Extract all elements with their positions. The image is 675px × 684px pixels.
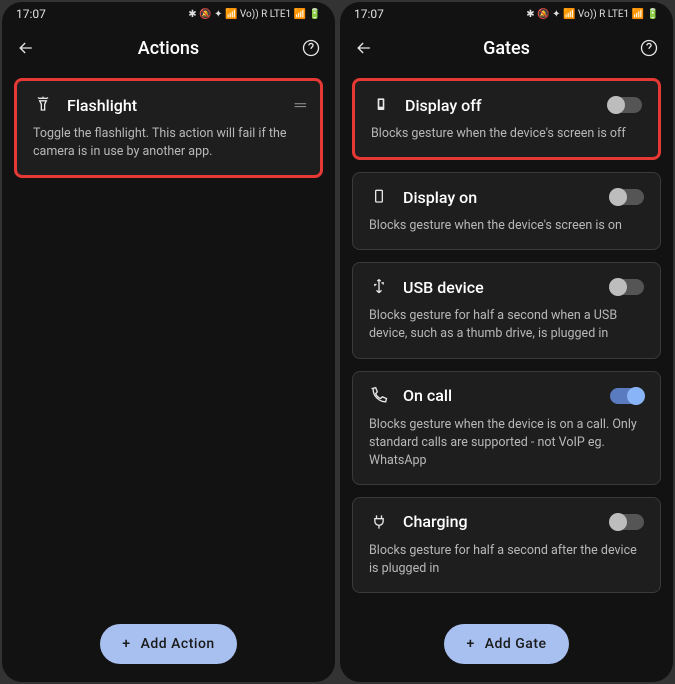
plus-icon: + xyxy=(466,636,474,652)
page-title: Actions xyxy=(138,38,199,59)
card-on-call[interactable]: On call Blocks gesture when the device is… xyxy=(352,371,661,485)
display-off-icon xyxy=(371,95,391,115)
back-icon[interactable] xyxy=(16,38,36,58)
card-flashlight[interactable]: Flashlight ═ Toggle the flashlight. This… xyxy=(14,78,323,178)
fab-label: Add Action xyxy=(141,636,215,652)
card-title: Display on xyxy=(403,188,596,207)
toggle[interactable] xyxy=(610,388,644,404)
card-desc: Toggle the flashlight. This action will … xyxy=(33,125,304,161)
help-icon[interactable] xyxy=(301,38,321,58)
card-display-on[interactable]: Display on Blocks gesture when the device… xyxy=(352,172,661,250)
card-desc: Blocks gesture when the device's screen … xyxy=(369,217,644,235)
card-desc: Blocks gesture for half a second after t… xyxy=(369,542,644,578)
toggle[interactable] xyxy=(610,279,644,295)
card-title: On call xyxy=(403,386,596,405)
card-desc: Blocks gesture for half a second when a … xyxy=(369,307,644,343)
status-indicators: ✱ 🔕 ✦ 📶 Vo)) R LTE1 📶 🔋 xyxy=(526,9,659,20)
status-bar: 17:07 ✱ 🔕 ✦ 📶 Vo)) R LTE1 📶 🔋 xyxy=(2,2,335,26)
card-desc: Blocks gesture when the device's screen … xyxy=(371,125,642,143)
header: Gates xyxy=(340,26,673,70)
card-title: Flashlight xyxy=(67,96,281,115)
page-title: Gates xyxy=(483,38,530,59)
card-title: USB device xyxy=(403,278,596,297)
content: Display off Blocks gesture when the devic… xyxy=(340,70,673,682)
status-time: 17:07 xyxy=(354,7,384,21)
help-icon[interactable] xyxy=(639,38,659,58)
header: Actions xyxy=(2,26,335,70)
card-display-off[interactable]: Display off Blocks gesture when the devic… xyxy=(352,78,661,160)
fab-label: Add Gate xyxy=(485,636,547,652)
toggle[interactable] xyxy=(610,189,644,205)
card-desc: Blocks gesture when the device is on a c… xyxy=(369,416,644,470)
status-bar: 17:07 ✱ 🔕 ✦ 📶 Vo)) R LTE1 📶 🔋 xyxy=(340,2,673,26)
phone-gates: 17:07 ✱ 🔕 ✦ 📶 Vo)) R LTE1 📶 🔋 Gates Disp… xyxy=(340,2,673,682)
display-on-icon xyxy=(369,187,389,207)
card-title: Display off xyxy=(405,96,594,115)
card-charging[interactable]: Charging Blocks gesture for half a second… xyxy=(352,497,661,593)
card-usb-device[interactable]: USB device Blocks gesture for half a seco… xyxy=(352,262,661,358)
toggle[interactable] xyxy=(610,514,644,530)
phone-actions: 17:07 ✱ 🔕 ✦ 📶 Vo)) R LTE1 📶 🔋 Actions Fl… xyxy=(2,2,335,682)
flashlight-icon xyxy=(33,95,53,115)
plug-icon xyxy=(369,512,389,532)
add-gate-button[interactable]: + Add Gate xyxy=(444,624,568,664)
phone-icon xyxy=(369,386,389,406)
add-action-button[interactable]: + Add Action xyxy=(100,624,236,664)
toggle[interactable] xyxy=(608,97,642,113)
status-time: 17:07 xyxy=(16,7,46,21)
content: Flashlight ═ Toggle the flashlight. This… xyxy=(2,70,335,682)
status-indicators: ✱ 🔕 ✦ 📶 Vo)) R LTE1 📶 🔋 xyxy=(188,9,321,20)
back-icon[interactable] xyxy=(354,38,374,58)
card-title: Charging xyxy=(403,512,596,531)
usb-icon xyxy=(369,277,389,297)
drag-handle-icon[interactable]: ═ xyxy=(295,95,304,115)
plus-icon: + xyxy=(122,636,130,652)
